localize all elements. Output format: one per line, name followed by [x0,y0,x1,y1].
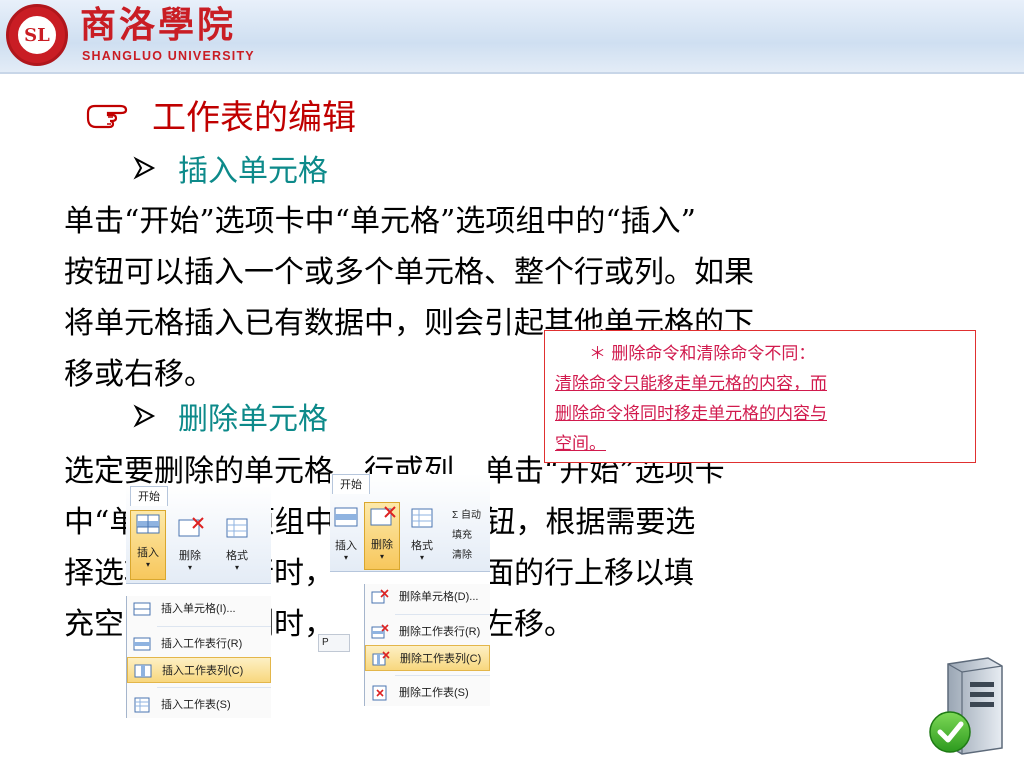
menu-separator [157,626,271,627]
insert-cells-icon [133,602,151,616]
arrow-bullet-icon [133,156,156,180]
delete-dropdown-menu: 删除单元格(D)... 删除工作表行(R) 删除工作表列(C) 删除工作表(S) [364,584,490,706]
format-button-label: 格式 [226,550,248,562]
delete-cells-icon [178,517,204,537]
menu-item-label: 插入工作表列(C) [162,665,244,677]
subheading-text: 删除单元格 [178,402,328,437]
delete-button[interactable]: 删除 ▾ [364,502,400,570]
subheading-delete: 删除单元格 [132,398,328,437]
menu-separator [157,687,271,688]
delete-row-icon [371,624,389,639]
delete-cells-icon [371,589,389,604]
format-button-label: 格式 [411,540,433,552]
note-line: 删除命令将同时移走单元格的内容与 [555,404,827,424]
delete-column-icon [372,651,390,666]
delete-menu-screenshot: 开始 插入 ▾ 删除 ▾ 格式 ▾ Σ 自动 填充 清除 P 删除单元格(D).… [318,474,490,706]
format-cells-icon [226,518,248,538]
menu-item-delete-rows[interactable]: 删除工作表行(R) [365,619,490,645]
menu-item-label: 删除单元格(D)... [399,591,479,603]
delete-cells-icon [370,506,396,526]
menu-item-label: 删除工作表行(R) [399,626,481,638]
delete-sheet-icon [372,685,387,701]
insert-button-label: 插入 [137,547,159,559]
delete-button-label: 删除 [179,550,201,562]
university-name-en: SHANGLUO UNIVERSITY [82,49,255,63]
insert-column-icon [134,664,152,678]
note-line: ＊ 删除命令和清除命令不同： [589,344,816,364]
menu-item-delete-columns[interactable]: 删除工作表列(C) [365,645,490,671]
menu-item-label: 插入工作表(S) [161,699,231,711]
menu-item-delete-cells[interactable]: 删除单元格(D)... [365,584,490,610]
menu-item-insert-cells[interactable]: 插入单元格(I)... [127,596,271,622]
subheading-text: 插入单元格 [178,154,328,189]
column-header-cell: P [318,634,350,652]
title-text: 工作表的编辑 [152,97,356,138]
menu-separator [395,675,490,676]
fill-button[interactable]: 填充 [452,526,481,546]
menu-item-label: 插入工作表行(R) [161,638,243,650]
ribbon: 开始 插入 ▾ 删除 ▾ 格式 ▾ Σ 自动 填充 清除 [330,474,490,572]
paragraph-line: 按钮可以插入一个或多个单元格、整个行或列。如果 [64,255,754,290]
menu-item-insert-rows[interactable]: 插入工作表行(R) [127,631,271,657]
menu-item-insert-sheet[interactable]: 插入工作表(S) [127,692,271,718]
format-button[interactable]: 格式 ▾ [404,504,440,568]
header-divider [0,72,1024,74]
ribbon: 开始 插入 ▾ 删除 ▾ 格式 ▾ [126,486,271,584]
delete-button-label: 删除 [371,539,393,551]
format-button[interactable]: 格式 ▾ [218,514,256,578]
tab-home[interactable]: 开始 [332,474,370,494]
insert-sheet-icon [134,697,150,713]
university-seal-icon: SL [6,4,68,66]
pointing-hand-icon [86,96,132,132]
header-band: SL 商洛學院 SHANGLUO UNIVERSITY [0,0,1024,72]
insert-button[interactable]: 插入 ▾ [130,510,166,580]
delete-button[interactable]: 删除 ▾ [172,514,208,578]
menu-item-label: 删除工作表列(C) [400,653,482,665]
note-line: 清除命令只能移走单元格的内容，而 [555,374,827,394]
menu-item-insert-columns[interactable]: 插入工作表列(C) [127,657,271,683]
menu-separator [395,614,490,615]
insert-cells-icon [334,507,358,527]
format-cells-icon [411,508,433,528]
insert-row-icon [133,637,151,651]
note-line: 空间。 [555,434,606,454]
paragraph-line: 单击“开始”选项卡中“单元格”选项组中的“插入” [64,204,697,239]
insert-button-label: 插入 [335,540,357,552]
menu-item-label: 插入单元格(I)... [161,603,236,615]
insert-cells-icon [136,514,160,534]
note-box: ＊ 删除命令和清除命令不同： 清除命令只能移走单元格的内容，而 删除命令将同时移… [544,330,976,463]
menu-item-delete-sheet[interactable]: 删除工作表(S) [365,680,490,706]
tab-home[interactable]: 开始 [130,486,168,506]
editing-group: Σ 自动 填充 清除 [452,506,481,566]
server-check-icon [929,657,1003,755]
university-name-cn: 商洛學院 [80,4,237,46]
insert-dropdown-menu: 插入单元格(I)... 插入工作表行(R) 插入工作表列(C) 插入工作表(S) [126,596,271,718]
clear-button[interactable]: 清除 [452,546,481,566]
insert-button[interactable]: 插入 ▾ [330,504,362,568]
menu-item-label: 删除工作表(S) [399,687,469,699]
subheading-insert: 插入单元格 [132,150,328,189]
arrow-bullet-icon [133,404,156,428]
seal-monogram: SL [24,25,50,46]
insert-menu-screenshot: 开始 插入 ▾ 删除 ▾ 格式 ▾ 插入单元格(I)... 插入工作表行(R) … [126,486,271,718]
autosum-button[interactable]: Σ 自动 [452,506,481,526]
slide-title: 工作表的编辑 [86,94,356,138]
